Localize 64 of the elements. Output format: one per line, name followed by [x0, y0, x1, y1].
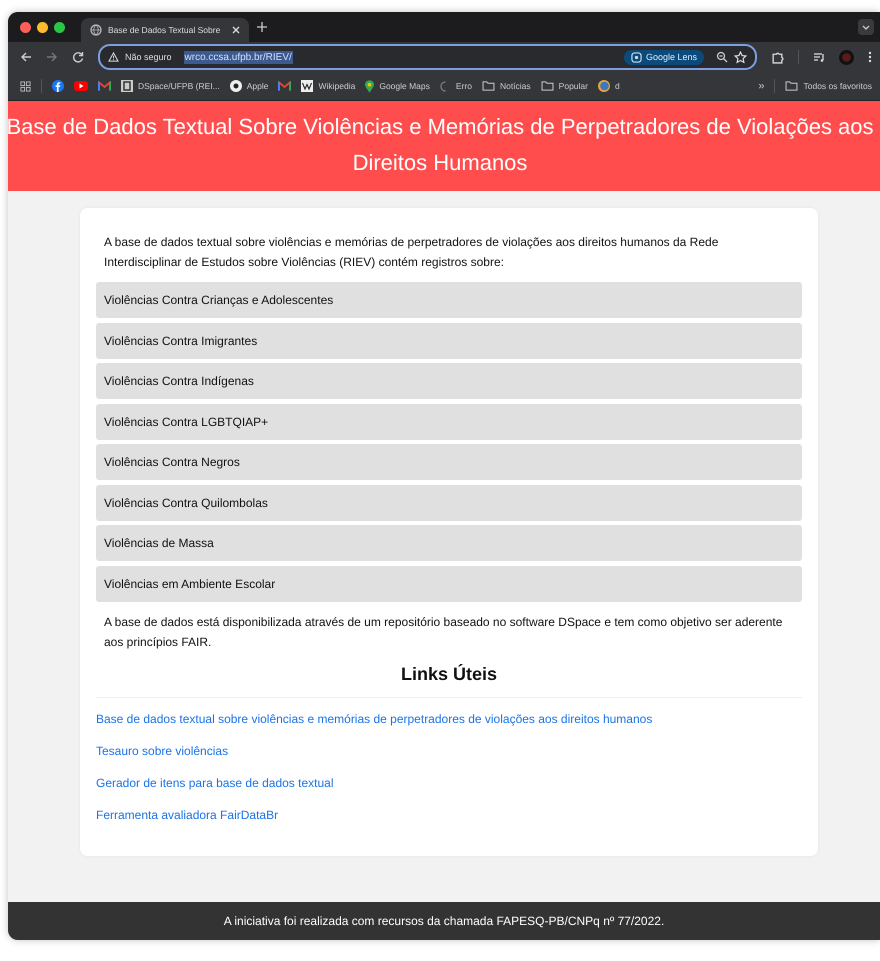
useful-link[interactable]: Base de dados textual sobre violências e memórias de perpetradores de violações aos direitos humanos [96, 712, 652, 726]
apps-grid-icon[interactable] [20, 80, 31, 92]
footer-text: A iniciativa foi realizada com recursos da chamada FAPESQ-PB/CNPq nº 77/2022. [224, 914, 664, 928]
more-bookmarks-button[interactable]: » [758, 80, 764, 92]
google-lens-button[interactable]: Google Lens [624, 50, 704, 64]
minimize-window-icon[interactable] [37, 22, 48, 32]
bookmark-item[interactable] [74, 81, 88, 91]
wikipedia-icon [301, 80, 314, 92]
bookmark-item[interactable]: Google Maps [365, 80, 430, 92]
bookmark-item[interactable]: DSpace/UFPB (REI... [121, 80, 220, 92]
security-label: Não seguro [125, 52, 172, 62]
zoom-icon[interactable] [716, 51, 728, 63]
bookmark-item[interactable] [52, 80, 64, 92]
tab-menu-icon[interactable] [858, 19, 874, 35]
document-icon [121, 80, 133, 92]
folder-icon [482, 81, 495, 91]
close-window-icon[interactable] [20, 22, 31, 32]
zoom-window-icon[interactable] [54, 22, 65, 32]
url-text[interactable]: wrco.ccsa.ufpb.br/RIEV/ [184, 50, 293, 64]
mail-icon [98, 81, 111, 91]
play-icon [74, 81, 88, 91]
folder-icon [540, 81, 554, 91]
category-item: Violências Contra Crianças e Adolescentes [96, 282, 802, 318]
category-item: Violências Contra Negros [96, 444, 802, 480]
facebook-icon [52, 80, 64, 92]
category-item: Violências Contra Indígenas [96, 363, 802, 399]
intro-paragraph: A base de dados textual sobre violências e memórias de perpetradores de violações aos direitos humanos da Rede Interdisciplinar de Estudos sobre Violências (RIEV) contém registros sobre: [104, 234, 720, 271]
mail-icon [278, 81, 292, 91]
menu-icon[interactable] [868, 51, 872, 63]
new-tab-icon[interactable] [257, 22, 267, 32]
category-item: Violências Contra Quilombolas [96, 484, 802, 520]
category-item: Violências de Massa [96, 525, 802, 561]
puzzle-icon[interactable] [771, 50, 784, 64]
all-bookmarks-button[interactable]: Todos os favoritos [785, 81, 872, 91]
bookmark-item[interactable]: Notícias [482, 81, 531, 91]
folder-icon [785, 81, 798, 91]
ring-icon [230, 80, 242, 92]
category-item: Violências Contra LGBTQIAP+ [96, 404, 802, 440]
bookmark-item[interactable]: Apple [230, 80, 268, 92]
useful-link[interactable]: Tesauro sobre violências [96, 744, 228, 758]
globe-icon [90, 24, 102, 36]
map-pin-icon [365, 80, 374, 92]
section-heading: Links Úteis [400, 664, 498, 684]
useful-link[interactable]: Ferramenta avaliadora FairDataBr [96, 808, 278, 822]
back-icon[interactable] [20, 51, 32, 63]
bookmark-item[interactable]: Erro [440, 80, 472, 92]
warning-icon [108, 52, 119, 62]
bookmark-item[interactable]: Wikipedia [301, 80, 356, 92]
reload-icon[interactable] [72, 51, 84, 63]
lens-icon [630, 52, 642, 62]
forward-icon[interactable] [46, 51, 58, 63]
bookmark-item[interactable]: Popular [540, 81, 588, 91]
page-title: Base de Dados Textual Sobre Violências e Memórias de Perpetradores de Violações aos Direitos Humanos [8, 113, 875, 177]
globe-icon [598, 80, 610, 92]
media-icon[interactable] [813, 51, 825, 63]
description-paragraph: A base de dados está disponibilizada através de um repositório baseado no software DSpace e tem como objetivo ser aderente aos princípios FAIR. [104, 614, 784, 650]
browser-tab[interactable]: Base de Dados Textual Sobre [81, 18, 249, 42]
bookmark-item[interactable]: d [598, 80, 620, 92]
category-item: Violências em Ambiente Escolar [96, 566, 802, 602]
category-item: Violências Contra Imigrantes [96, 322, 802, 358]
useful-link[interactable]: Gerador de itens para base de dados textual [96, 776, 334, 790]
close-icon[interactable] [232, 26, 240, 34]
address-bar[interactable]: Não seguro wrco.ccsa.ufpb.br/RIEV/ Google Lens [98, 44, 757, 70]
star-icon[interactable] [734, 50, 747, 64]
